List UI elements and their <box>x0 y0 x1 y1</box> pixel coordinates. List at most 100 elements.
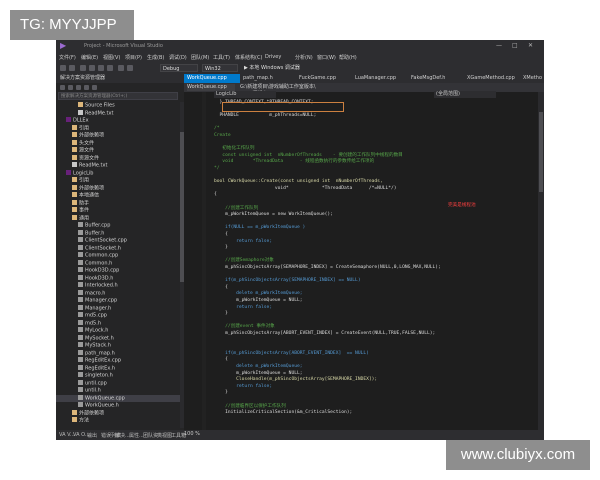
menu-item[interactable]: Drivey <box>265 54 281 60</box>
tree-item[interactable]: until.h <box>56 387 180 395</box>
bottom-tab[interactable]: 解决... <box>115 432 130 439</box>
zoom-level[interactable]: 100 % <box>184 431 200 437</box>
tree-item[interactable]: md5.h <box>56 319 180 328</box>
bottom-tab[interactable]: 输出 <box>87 432 97 439</box>
menu-item[interactable]: 分析(N) <box>295 54 313 61</box>
tree-item[interactable]: HookD3D.cpp <box>56 267 180 275</box>
document-tab[interactable]: LuaManager.cpp <box>352 74 408 83</box>
save-all-icon[interactable] <box>107 65 113 71</box>
menu-item[interactable]: 团队(M) <box>191 54 209 61</box>
tree-item[interactable]: 资源文件 <box>56 154 180 163</box>
menu-item[interactable]: 项目(P) <box>125 54 142 61</box>
tree-item[interactable]: Buffer.cpp <box>56 222 180 230</box>
tree-item[interactable]: 本地通信 <box>56 192 180 200</box>
editor-scrollbar-thumb[interactable] <box>539 112 543 192</box>
tree-item[interactable]: 方法 <box>56 417 180 425</box>
tree-item[interactable]: singleton.h <box>56 372 180 380</box>
tree-item[interactable]: 源文件 <box>56 147 180 155</box>
tree-item-label: MyLock.h <box>85 327 109 334</box>
tree-item[interactable]: WorkQueue.cpp <box>56 394 180 402</box>
bottom-tab[interactable]: 类视图 <box>157 432 172 439</box>
back-icon[interactable] <box>60 65 66 71</box>
tree-item[interactable]: 外部依赖项 <box>56 132 180 140</box>
tree-item[interactable]: 助手 <box>56 199 180 208</box>
tree-item[interactable]: DLLEx <box>56 117 180 125</box>
redo-icon[interactable] <box>127 65 133 71</box>
tree-item[interactable]: ClientSocket.cpp <box>56 237 180 245</box>
platform-select[interactable]: Win32 <box>202 64 238 72</box>
document-tab[interactable]: path_map.h <box>240 74 296 83</box>
minimize-button[interactable]: — <box>496 42 502 49</box>
home-icon[interactable] <box>60 85 65 90</box>
tree-item[interactable]: WorkQueue.h <box>56 402 180 410</box>
menu-item[interactable]: 窗口(W) <box>317 54 336 61</box>
maximize-button[interactable]: □ <box>512 42 518 49</box>
open-file-icon[interactable] <box>89 65 95 71</box>
title-bar: ▶ Project - Microsoft Visual Studio — □ … <box>56 40 544 52</box>
properties-icon[interactable] <box>92 85 97 90</box>
tree-item[interactable]: MyStack.h <box>56 342 180 350</box>
solution-search-input[interactable]: 搜索解决方案资源管理器(Ctrl+;) <box>58 92 178 100</box>
tree-item[interactable]: RegEditEx.cpp <box>56 357 180 365</box>
tree-item[interactable]: RegEditEx.h <box>56 364 180 373</box>
scope-dropdown[interactable]: LogicLib <box>214 91 276 98</box>
document-tab[interactable]: WorkQueue.cpp <box>184 74 240 83</box>
code-line: { <box>214 192 217 198</box>
tree-item[interactable]: MyLock.h <box>56 327 180 335</box>
editor-scrollbar[interactable] <box>538 92 544 430</box>
close-button[interactable]: ✕ <box>528 42 533 49</box>
document-tab[interactable]: FakeMsgDef.h <box>408 74 464 83</box>
menu-item[interactable]: 视图(V) <box>103 54 120 61</box>
folder-icon <box>72 207 77 212</box>
tree-item[interactable]: HookD3D.h <box>56 274 180 283</box>
tree-item[interactable]: 外部依赖项 <box>56 184 180 193</box>
menu-item[interactable]: 调试(D) <box>169 54 187 61</box>
member-dropdown[interactable]: (全局范围) <box>434 91 496 98</box>
tree-item[interactable]: ReadMe.txt <box>56 109 180 118</box>
tree-item[interactable]: Manager.h <box>56 304 180 313</box>
tree-item[interactable]: LogicLib <box>56 169 180 178</box>
menu-item[interactable]: 工具(T) <box>213 54 230 61</box>
tree-item[interactable]: ClientSocket.h <box>56 244 180 253</box>
tree-item[interactable]: Common.cpp <box>56 252 180 260</box>
tree-item[interactable]: 引用 <box>56 124 180 133</box>
document-tab[interactable]: FuckGame.cpp <box>296 74 352 83</box>
tree-item[interactable]: Manager.cpp <box>56 297 180 305</box>
document-tab[interactable]: XGameMethod.cpp <box>464 74 520 83</box>
tree-item[interactable]: 引用 <box>56 177 180 185</box>
collapse-all-icon[interactable] <box>84 85 89 90</box>
tree-item[interactable]: 头文件 <box>56 139 180 148</box>
tree-item[interactable]: 通用 <box>56 214 180 223</box>
tree-item[interactable]: until.cpp <box>56 379 180 388</box>
tree-item[interactable]: Buffer.h <box>56 229 180 238</box>
code-editor[interactable]: LogicLib (全局范围) } THREAD_CONTEXT,*PTHREA… <box>184 91 544 430</box>
save-icon[interactable] <box>98 65 104 71</box>
tree-item-label: 头文件 <box>79 140 95 146</box>
start-debugging-button[interactable]: ▶ 本地 Windows 调试器 <box>242 64 320 72</box>
undo-icon[interactable] <box>118 65 124 71</box>
menu-item[interactable]: 体系结构(C) <box>235 54 262 61</box>
tree-item[interactable]: 事件 <box>56 207 180 215</box>
active-file-tab[interactable]: WorkQueue.cpp <box>187 84 235 91</box>
document-tab[interactable]: XMetho <box>520 74 544 83</box>
menu-item[interactable]: 生成(B) <box>147 54 164 61</box>
tree-item[interactable]: MySocket.h <box>56 334 180 343</box>
bottom-tab[interactable]: 属性... <box>129 432 144 439</box>
tree-item[interactable]: path_map.h <box>56 349 180 358</box>
tree-item[interactable]: 外部依赖项 <box>56 409 180 418</box>
tree-item[interactable]: macro.h <box>56 289 180 298</box>
sync-icon[interactable] <box>68 85 73 90</box>
code-line: delete m_pWorkItemQueue; <box>214 364 303 369</box>
tree-item[interactable]: md5.cpp <box>56 312 180 320</box>
configuration-select[interactable]: Debug <box>160 64 198 72</box>
tree-item[interactable]: Common.h <box>56 259 180 268</box>
new-file-icon[interactable] <box>80 65 86 71</box>
tree-item[interactable]: Interlocked.h <box>56 282 180 290</box>
tree-item[interactable]: ReadMe.txt <box>56 162 180 170</box>
forward-icon[interactable] <box>69 65 75 71</box>
menu-item[interactable]: 文件(F) <box>59 54 76 61</box>
tree-item[interactable]: Source Files <box>56 102 180 110</box>
menu-item[interactable]: 编辑(E) <box>81 54 98 61</box>
refresh-icon[interactable] <box>76 85 81 90</box>
menu-item[interactable]: 帮助(H) <box>339 54 357 61</box>
